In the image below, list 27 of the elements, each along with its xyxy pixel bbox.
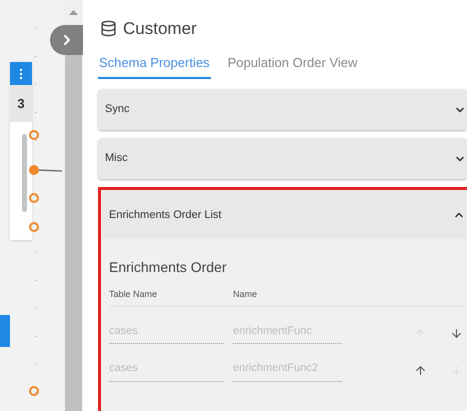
panel-title: Customer (123, 18, 197, 40)
tab[interactable]: Population Order View (226, 52, 358, 79)
port-icon[interactable] (29, 386, 39, 396)
tab[interactable]: Schema Properties (98, 52, 211, 79)
section-heading: Enrichments Order (109, 258, 228, 277)
port-icon[interactable] (29, 222, 39, 232)
scrollbar[interactable] (64, 55, 82, 411)
column-header: Table Name (109, 288, 158, 301)
port-icon[interactable] (29, 130, 39, 140)
accordion-header[interactable]: Enrichments Order List (102, 191, 466, 239)
scrollbar[interactable] (22, 134, 27, 212)
arrow-up-icon (414, 364, 427, 378)
move-down-button[interactable] (450, 326, 463, 340)
collapse-button[interactable] (50, 25, 83, 55)
node-card[interactable] (0, 315, 10, 347)
database-icon (100, 20, 117, 38)
connector-line (36, 169, 62, 173)
arrow-down-icon (450, 326, 463, 340)
column-header: Name (233, 288, 258, 301)
scroll-up-icon[interactable] (68, 10, 78, 15)
port-icon[interactable] (29, 193, 39, 203)
node-card[interactable]: 3 (10, 62, 32, 240)
accordion-header[interactable]: Misc (98, 138, 467, 179)
move-up-button[interactable] (414, 364, 427, 378)
port-icon[interactable] (29, 165, 39, 175)
accordion-header[interactable]: Sync (98, 89, 467, 130)
node-count: 3 (17, 94, 25, 113)
